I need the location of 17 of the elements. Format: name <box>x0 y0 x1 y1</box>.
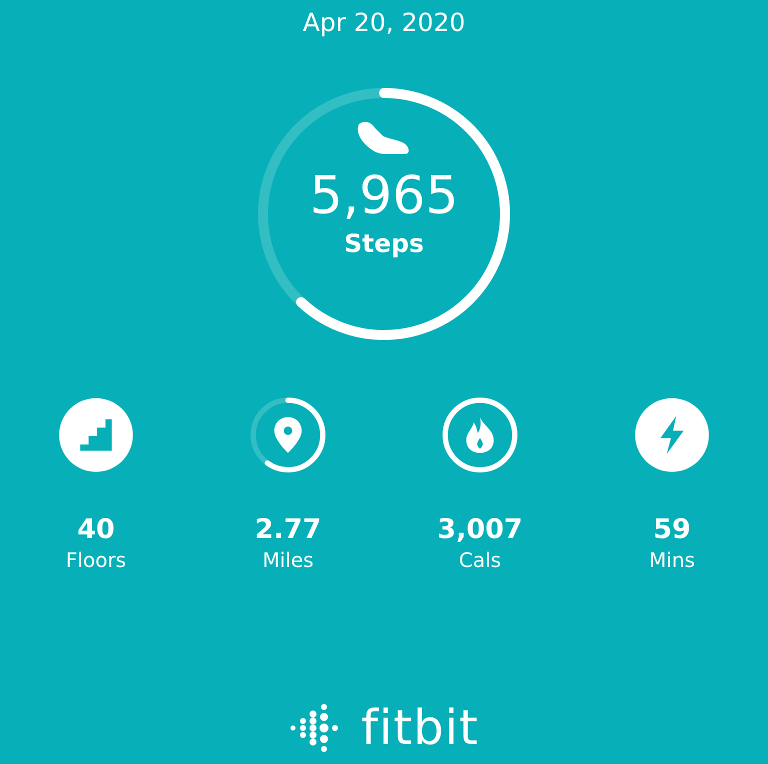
date-title: Apr 20, 2020 <box>302 7 466 39</box>
location-pin-icon <box>274 417 302 453</box>
stat-label: Cals <box>458 547 502 574</box>
stat-value: 59 <box>653 514 691 546</box>
stat-value: 3,007 <box>437 514 523 546</box>
lightning-icon <box>660 416 684 454</box>
flame-icon <box>466 417 494 453</box>
stat-label: Miles <box>262 547 314 574</box>
logo-dots-icon <box>289 703 340 753</box>
stat-label: Mins <box>649 547 695 574</box>
stat-label: Floors <box>66 547 126 574</box>
stairs-icon <box>80 419 112 451</box>
steps-count: 5,965 <box>310 166 458 226</box>
steps-label: Steps <box>344 228 424 260</box>
brand-name: fitbit <box>361 700 479 756</box>
stat-value: 2.77 <box>254 514 322 546</box>
stat-value: 40 <box>77 514 115 546</box>
